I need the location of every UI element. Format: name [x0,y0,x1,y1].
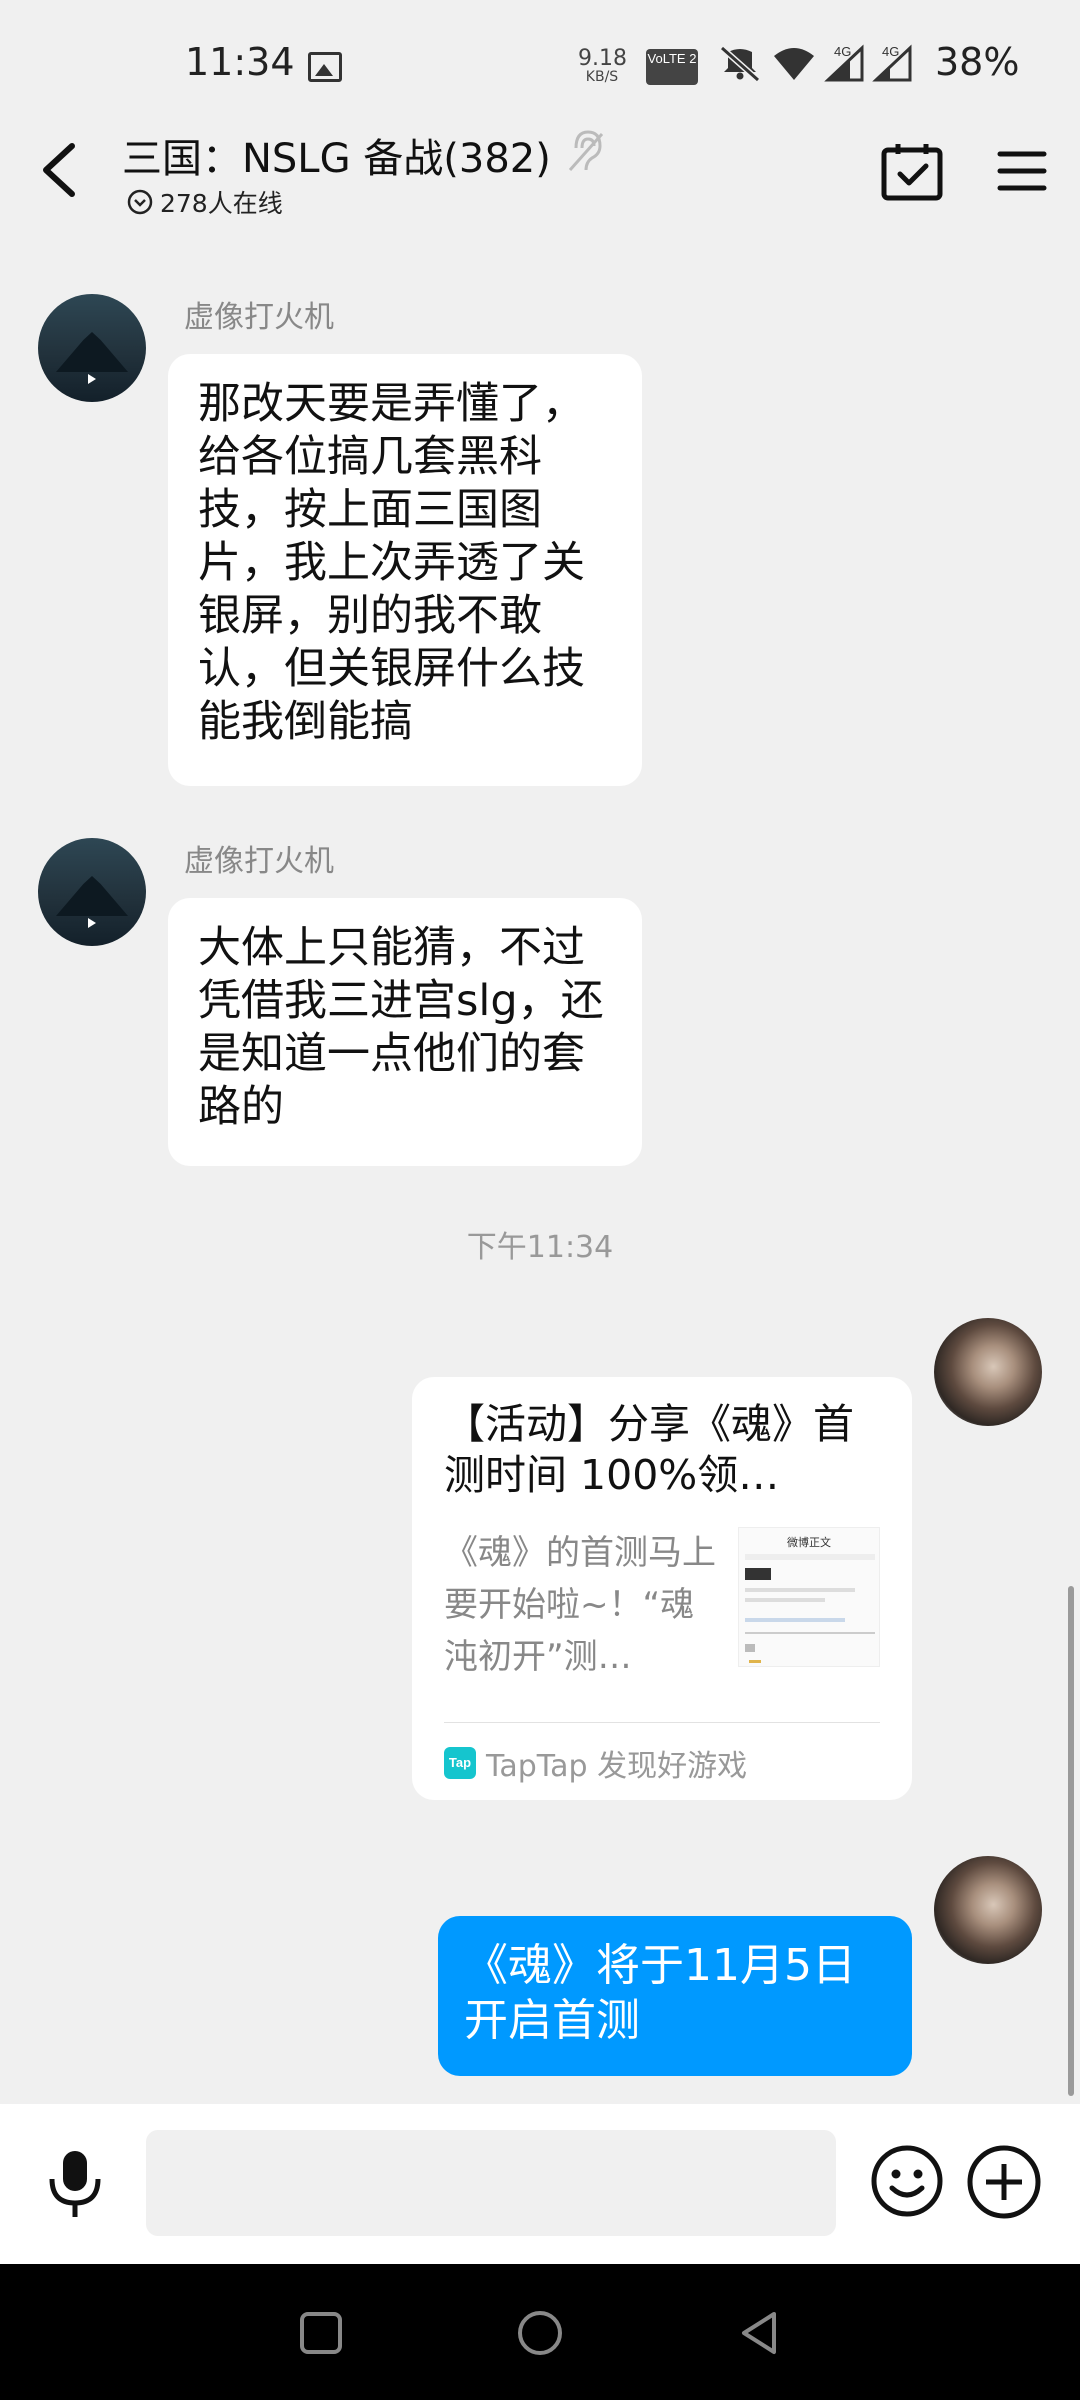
share-card-description: 《魂》的首测马上要开始啦~！“魂沌初开”测… [444,1533,716,1677]
share-card[interactable]: 【活动】分享《魂》首测时间 100%领… 《魂》的首测马上要开始啦~！“魂沌初开… [412,1377,912,1800]
thumbnail-header: 微博正文 [787,1536,831,1549]
status-time: 11:34 [185,40,295,84]
chat-title[interactable]: 三国：NSLG 备战(382) [122,126,551,184]
scrollbar[interactable] [1068,1586,1074,2096]
signal-4g-icon: 4G [824,44,864,82]
network-speed-unit: KB/S [585,69,619,85]
sender-name: 虚像打火机 [184,844,334,879]
own-avatar[interactable] [934,1318,1042,1426]
menu-button[interactable] [996,146,1048,196]
wifi-icon [774,48,814,80]
emoji-button[interactable] [870,2144,944,2218]
back-button[interactable] [34,140,88,200]
outgoing-message-bubble[interactable]: 《魂》将于11月5日开启首测 [438,1916,912,2076]
microphone-button[interactable] [44,2147,106,2221]
signal-4g-icon-2: 4G [872,44,912,82]
timestamp: 下午11:34 [466,1230,614,1265]
add-button[interactable] [966,2144,1042,2220]
own-avatar[interactable] [934,1856,1042,1964]
network-speed-value: 9.18 [578,46,627,71]
chevron-circle-icon [127,189,153,215]
signal-4g-label-2: 4G [882,44,899,59]
message-bubble[interactable]: 大体上只能猜，不过凭借我三进宫slg，还是知道一点他们的套路的 [168,898,642,1166]
taptap-icon: Tap [444,1747,476,1779]
avatar[interactable] [38,294,146,402]
message-input[interactable] [146,2130,836,2236]
volte-icon: VoLTE 2 [646,49,698,85]
share-card-title: 【活动】分享《魂》首测时间 100%领… [444,1400,854,1499]
recents-button[interactable] [296,2308,346,2358]
online-count: 278人在线 [160,189,283,218]
online-status[interactable]: 278人在线 [126,184,283,220]
signal-4g-label: 4G [834,44,851,59]
share-card-divider [444,1722,880,1723]
avatar[interactable] [38,838,146,946]
ear-icon[interactable] [566,128,606,174]
gallery-notification-icon [308,52,342,82]
battery-level: 38% [935,40,1020,84]
mute-bell-icon [720,45,760,83]
system-back-button[interactable] [734,2308,784,2358]
share-card-source-label: TapTap 发现好游戏 [486,1749,748,1784]
status-icons: 4G 4G [720,44,912,83]
network-speed: 9.18 KB/S [578,46,627,85]
share-card-thumbnail: 微博正文 [738,1527,880,1667]
sender-name: 虚像打火机 [184,300,334,335]
share-card-source: Tap TapTap 发现好游戏 [444,1741,747,1785]
message-bubble[interactable]: 那改天要是弄懂了，给各位搞几套黑科技，按上面三国图片，我上次弄透了关银屏，别的我… [168,354,642,786]
home-button[interactable] [515,2308,565,2358]
calendar-check-button[interactable] [880,140,946,204]
